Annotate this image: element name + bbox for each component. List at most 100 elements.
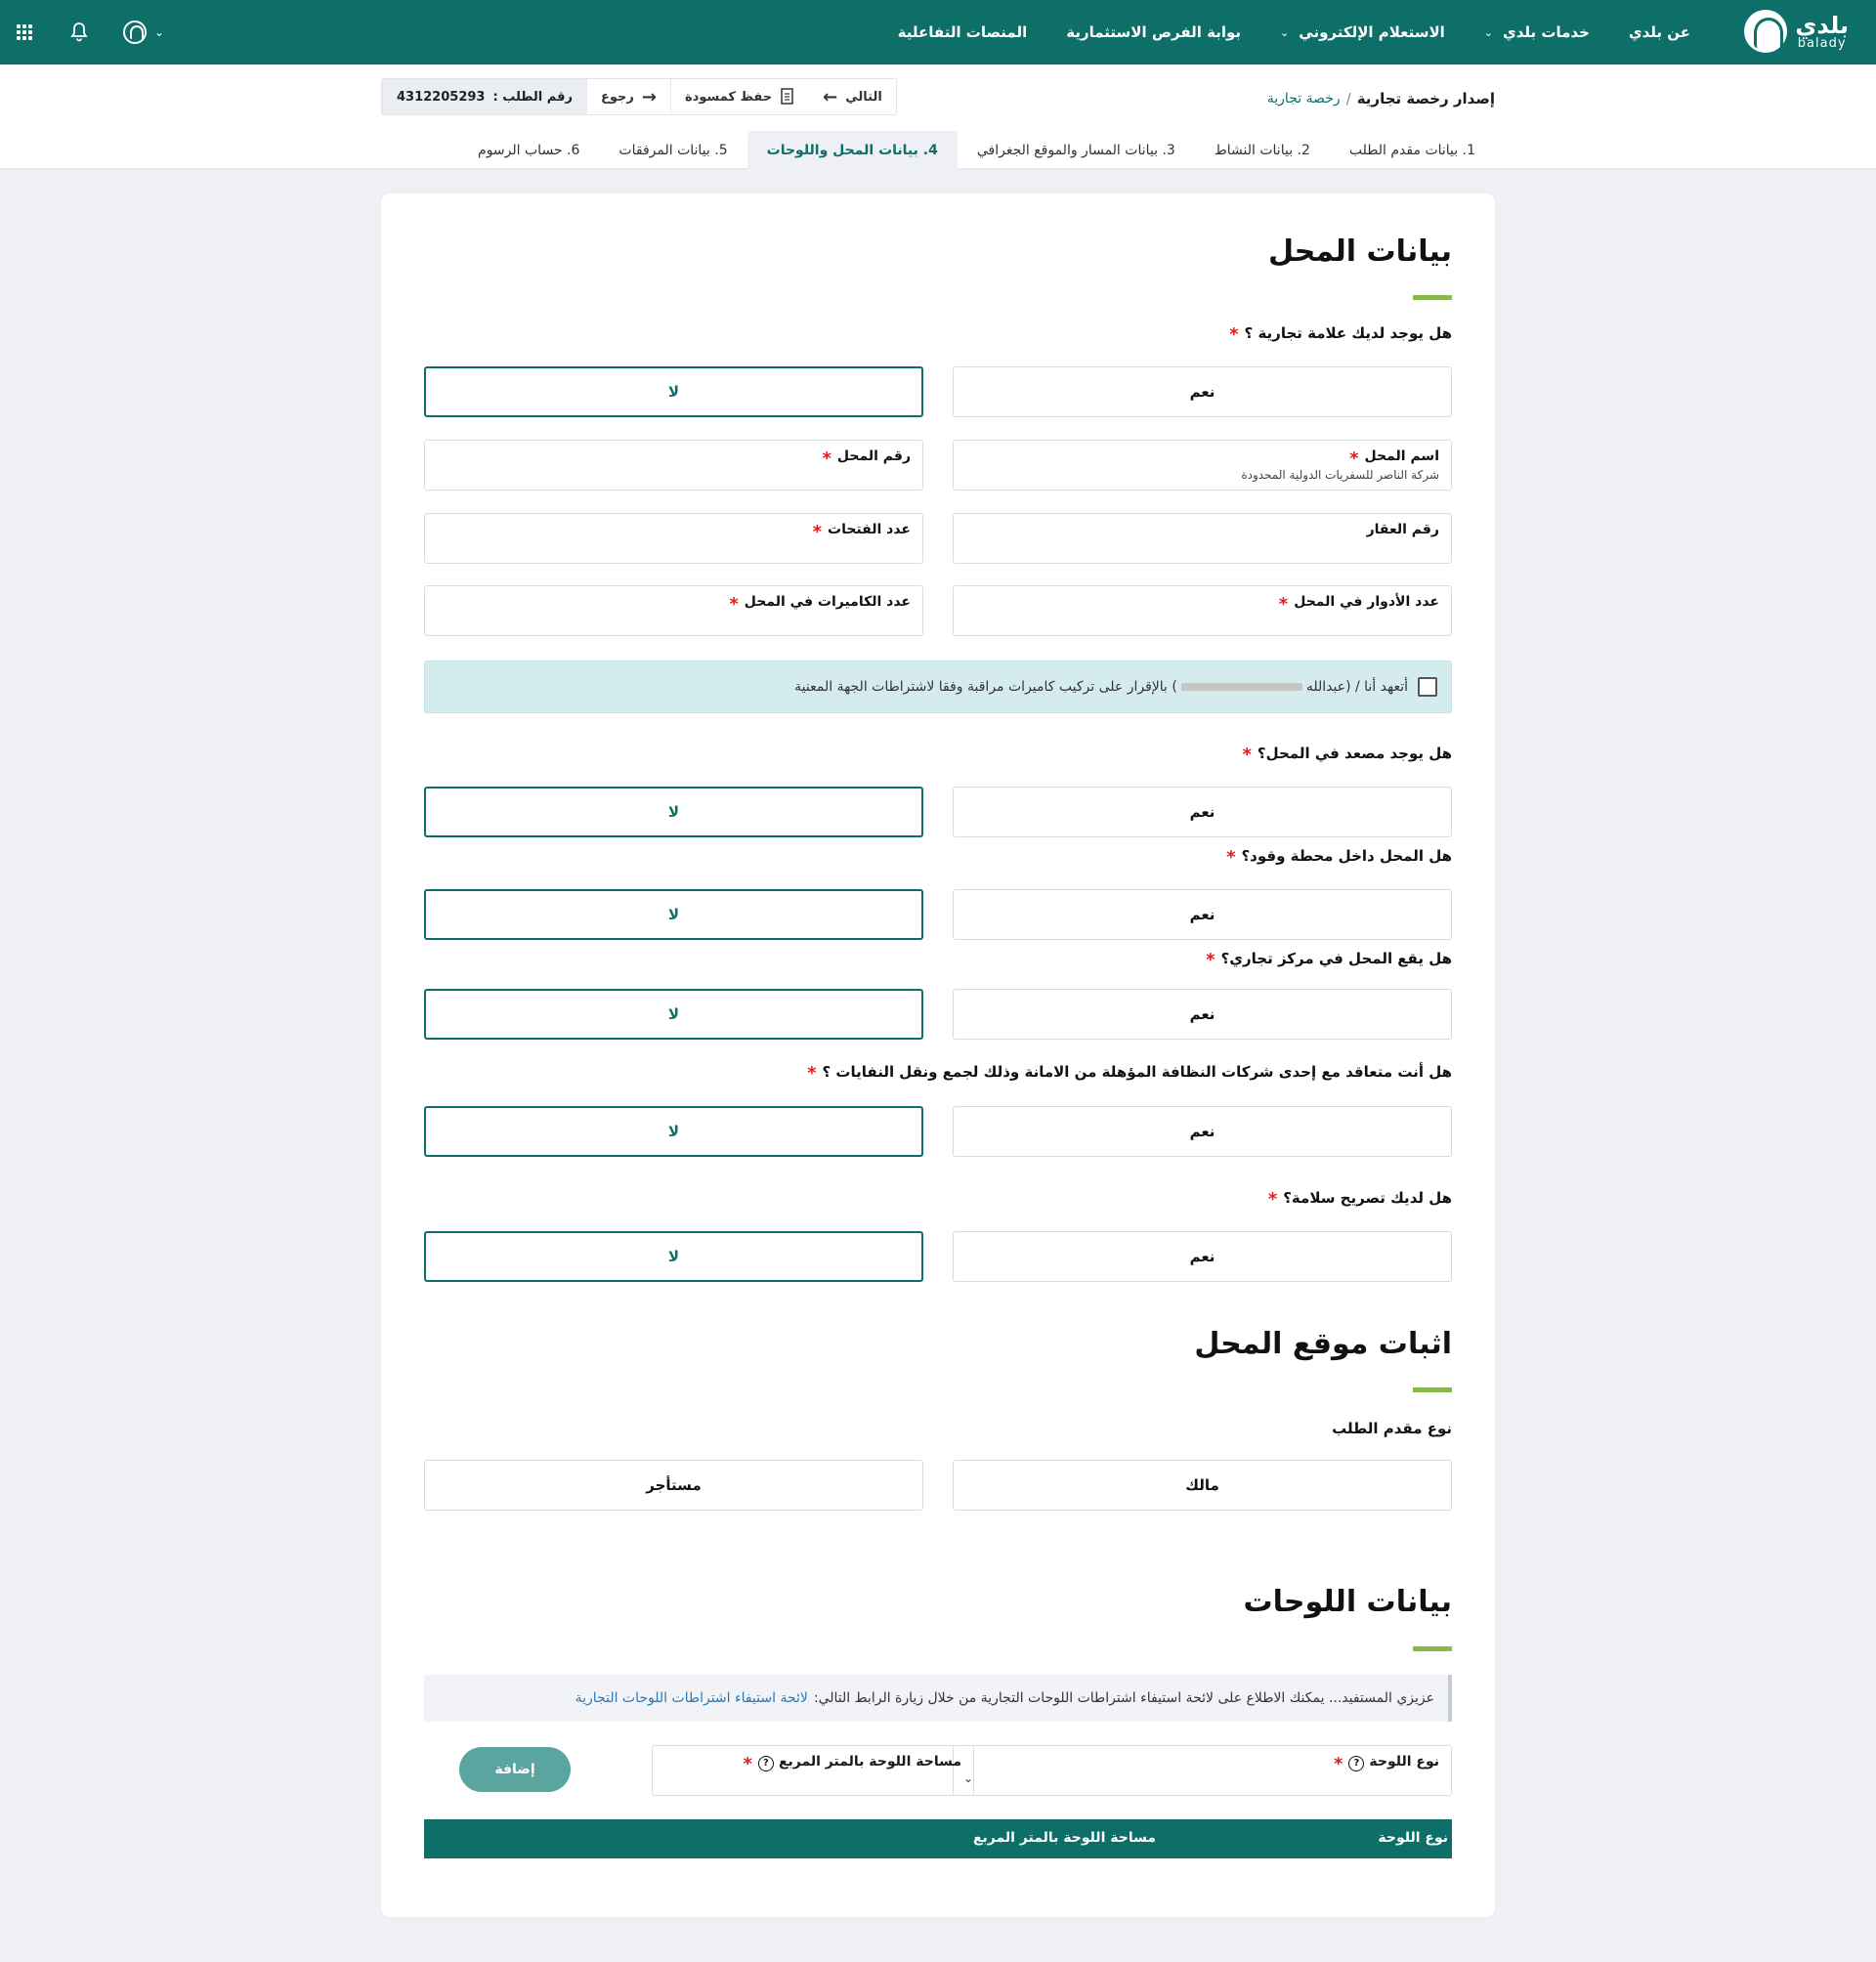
menu-item-investment[interactable]: بوابة الفرص الاستثمارية xyxy=(1066,23,1241,41)
required-mark: * xyxy=(729,594,739,615)
question-fuel-station: هل المحل داخل محطة وقود؟ * xyxy=(1226,847,1452,868)
tab-attachments[interactable]: 5. بيانات المرفقات xyxy=(599,131,746,169)
shop-name-field[interactable]: اسم المحل * شركة الناصر للسفريات الدولية … xyxy=(953,440,1452,490)
back-button[interactable]: → رجوع xyxy=(585,79,670,114)
trademark-yes-option[interactable]: نعم xyxy=(953,366,1452,417)
elevator-yes-option[interactable]: نعم xyxy=(953,787,1452,837)
field-label-text: رقم المحل xyxy=(836,448,911,464)
menu-item-services[interactable]: خدمات بلدي ⌄ xyxy=(1484,23,1590,41)
fuel-station-yes-option[interactable]: نعم xyxy=(953,889,1452,940)
menu-item-platforms[interactable]: المنصات التفاعلية xyxy=(898,23,1028,41)
chevron-down-icon: ⌄ xyxy=(1483,25,1493,39)
applicant-tenant-option[interactable]: مستأجر xyxy=(424,1460,923,1511)
tab-activity-data[interactable]: 2. بيانات النشاط xyxy=(1195,131,1330,169)
brand-name-en: balady xyxy=(1797,35,1847,51)
bell-icon[interactable] xyxy=(68,21,90,43)
field-label: عدد الفتحات * xyxy=(813,522,911,542)
menu-item-label: بوابة الفرص الاستثمارية xyxy=(1066,23,1242,41)
section-title-underline xyxy=(1413,295,1452,300)
wizard-steps: 1. بيانات مقدم الطلب 2. بيانات النشاط 3.… xyxy=(458,131,1495,169)
apps-grid-icon[interactable] xyxy=(14,21,35,43)
section-title-shop: بيانات المحل xyxy=(1268,235,1452,269)
floors-count-field[interactable]: عدد الأدوار في المحل * xyxy=(953,585,1452,636)
tab-label: بيانات النشاط xyxy=(1214,142,1294,158)
shop-number-field[interactable]: رقم المحل * xyxy=(424,440,923,490)
trademark-no-option[interactable]: لا xyxy=(424,366,923,417)
brand-name-ar: بلدي xyxy=(1795,11,1849,39)
menu-item-label: عن بلدي xyxy=(1628,23,1690,41)
question-text: هل يقع المحل في مركز تجاري؟ xyxy=(1220,950,1452,967)
required-mark: * xyxy=(1278,594,1289,615)
menu-item-inquiry[interactable]: الاستعلام الإلكتروني ⌄ xyxy=(1280,23,1445,41)
form-card: بيانات المحل هل يوجد لديك علامة تجارية ؟… xyxy=(381,193,1495,1917)
mall-no-option[interactable]: لا xyxy=(424,989,923,1040)
save-draft-button[interactable]: حفظ كمسودة xyxy=(669,79,809,114)
tab-label: حساب الرسوم xyxy=(478,142,563,158)
help-icon[interactable]: ? xyxy=(757,1755,774,1771)
mall-yes-option[interactable]: نعم xyxy=(953,989,1452,1040)
question-mall: هل يقع المحل في مركز تجاري؟ * xyxy=(1206,950,1452,970)
menu-item-label: المنصات التفاعلية xyxy=(897,23,1028,41)
breadcrumb-parent-link[interactable]: رخصة تجارية xyxy=(1267,91,1341,107)
question-text: هل يوجد لديك علامة تجارية ؟ xyxy=(1244,324,1452,342)
user-menu[interactable]: ⌄ xyxy=(123,21,164,44)
balady-logo[interactable]: بلدي balady xyxy=(1744,10,1849,53)
safety-no-option[interactable]: لا xyxy=(424,1231,923,1282)
tab-fees[interactable]: 6. حساب الرسوم xyxy=(458,131,599,169)
signs-info-text: عزيزي المستفيد... يمكنك الاطلاع على لائح… xyxy=(813,1690,1434,1706)
signs-table-header: نوع اللوحة مساحة اللوحة بالمتر المربع xyxy=(424,1819,1452,1858)
user-avatar-icon xyxy=(123,21,147,44)
signs-regulation-link[interactable]: لائحة استيفاء اشتراطات اللوحات التجارية xyxy=(576,1690,808,1706)
property-number-field[interactable]: رقم العقار xyxy=(953,513,1452,564)
fuel-station-no-option[interactable]: لا xyxy=(424,889,923,940)
section-title-location: اثبات موقع المحل xyxy=(1194,1327,1452,1361)
required-mark: * xyxy=(1349,448,1359,469)
request-number-value: 4312205293 xyxy=(397,89,486,105)
save-draft-label: حفظ كمسودة xyxy=(684,89,773,105)
tab-applicant-data[interactable]: 1. بيانات مقدم الطلب xyxy=(1330,131,1495,169)
sign-area-field[interactable]: مساحة اللوحة بالمتر المربع? * xyxy=(652,1745,974,1796)
tab-label: بيانات المحل واللوحات xyxy=(766,142,918,158)
safety-yes-option[interactable]: نعم xyxy=(953,1231,1452,1282)
required-mark: * xyxy=(822,448,831,469)
question-elevator: هل يوجد مصعد في المحل؟ * xyxy=(1242,745,1452,765)
column-header-sign-area: مساحة اللوحة بالمتر المربع xyxy=(972,1830,1156,1846)
add-sign-button[interactable]: إضافة xyxy=(459,1747,571,1792)
field-label-text: اسم المحل xyxy=(1364,448,1439,464)
elevator-no-option[interactable]: لا xyxy=(424,787,923,837)
required-mark: * xyxy=(1229,324,1239,345)
field-label-text: عدد الكاميرات في المحل xyxy=(744,594,911,610)
section-title-underline xyxy=(1413,1646,1452,1651)
tab-shop-signs[interactable]: 4. بيانات المحل واللوحات xyxy=(746,131,958,169)
cleaning-yes-option[interactable]: نعم xyxy=(953,1106,1452,1157)
cleaning-no-option[interactable]: لا xyxy=(424,1106,923,1157)
page-subheader: إصدار رخصة تجارية / رخصة تجارية رقم الطل… xyxy=(0,64,1876,169)
tab-num: 2. xyxy=(1297,142,1310,158)
required-mark: * xyxy=(1242,745,1252,765)
field-label-text: رقم العقار xyxy=(1366,522,1439,537)
question-trademark: هل يوجد لديك علامة تجارية ؟ * xyxy=(1229,324,1452,345)
tab-label: بيانات مقدم الطلب xyxy=(1348,142,1459,158)
field-label: مساحة اللوحة بالمتر المربع? * xyxy=(744,1754,961,1774)
field-label-text: عدد الأدوار في المحل xyxy=(1294,594,1439,610)
menu-item-about[interactable]: عن بلدي xyxy=(1629,23,1690,41)
pledge-checkbox[interactable] xyxy=(1418,677,1437,697)
applicant-owner-option[interactable]: مالك xyxy=(953,1460,1452,1511)
field-label: رقم المحل * xyxy=(822,448,911,469)
main-menu: عن بلدي خدمات بلدي ⌄ الاستعلام الإلكتروني… xyxy=(898,0,1690,64)
question-text: هل المحل داخل محطة وقود؟ xyxy=(1241,847,1452,865)
redacted-name xyxy=(1180,683,1302,691)
openings-count-field[interactable]: عدد الفتحات * xyxy=(424,513,923,564)
shop-name-value: شركة الناصر للسفريات الدولية المحدودة xyxy=(1241,468,1439,482)
sign-type-select[interactable]: نوع اللوحة?* ⌄ xyxy=(953,1745,1452,1796)
chevron-down-icon: ⌄ xyxy=(154,25,165,39)
tab-route-location[interactable]: 3. بيانات المسار والموقع الجغرافي xyxy=(958,131,1195,169)
tab-num: 1. xyxy=(1462,142,1475,158)
required-mark: * xyxy=(743,1754,752,1774)
brand-text: بلدي balady xyxy=(1795,14,1849,50)
field-label: عدد الكاميرات في المحل * xyxy=(729,594,911,615)
help-icon[interactable]: ? xyxy=(1348,1755,1365,1771)
next-button[interactable]: التالي ← xyxy=(809,79,896,114)
cameras-count-field[interactable]: عدد الكاميرات في المحل * xyxy=(424,585,923,636)
tab-num: 6. xyxy=(567,142,580,158)
